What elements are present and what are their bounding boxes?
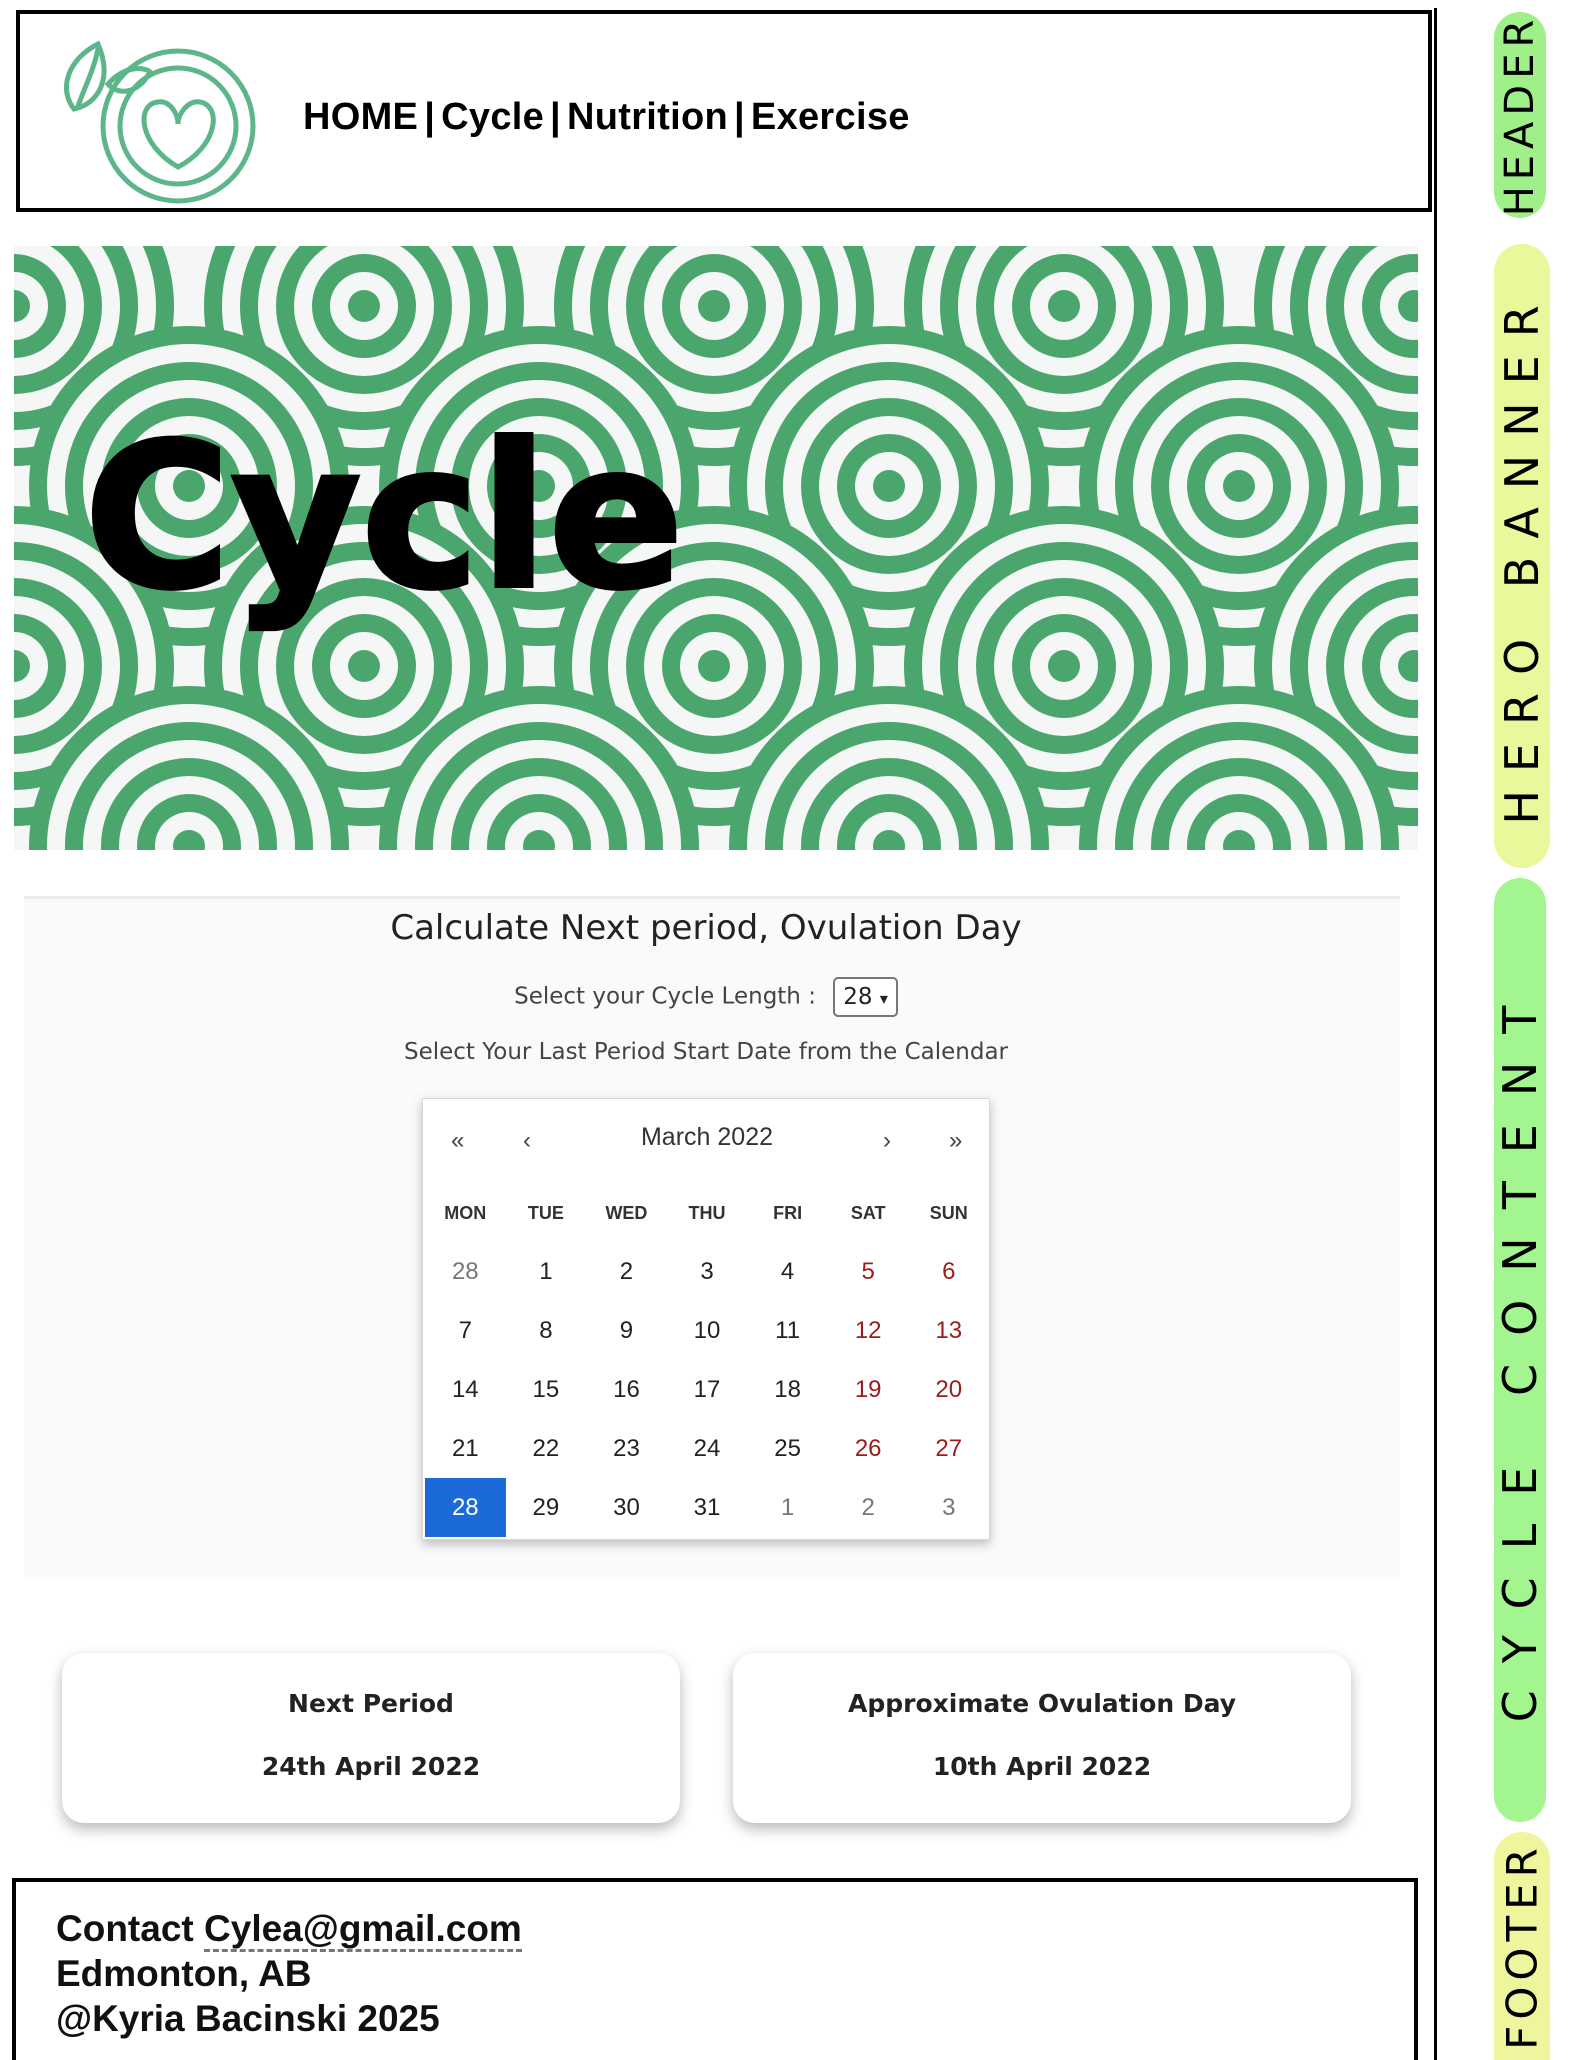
calendar-day[interactable]: 19	[828, 1360, 909, 1419]
contact-label: Contact	[56, 1908, 194, 1949]
weekday-fri: FRI	[773, 1203, 803, 1223]
footer-annotation: FOOTER	[1494, 1832, 1550, 2060]
hero-banner: Cycle	[14, 246, 1418, 850]
calendar-day[interactable]: 18	[747, 1360, 828, 1419]
calendar-day[interactable]: 30	[586, 1478, 667, 1537]
calendar-day[interactable]: 22	[506, 1419, 587, 1478]
next-year-button[interactable]: »	[949, 1127, 962, 1155]
weekday-tue: TUE	[527, 1203, 564, 1223]
weekday-sat: SAT	[850, 1203, 886, 1223]
calendar-day[interactable]: 8	[506, 1301, 587, 1360]
main-nav: HOME | Cycle | Nutrition | Exercise	[303, 96, 910, 139]
nav-separator: |	[424, 96, 436, 138]
calendar-day[interactable]: 21	[425, 1419, 506, 1478]
nav-separator: |	[550, 96, 561, 138]
heart-leaf-logo-icon	[63, 40, 256, 204]
contact-line: Contact Cylea@gmail.com	[56, 1906, 522, 1952]
nav-nutrition[interactable]: Nutrition	[567, 96, 728, 138]
calendar-day[interactable]: 14	[425, 1360, 506, 1419]
calendar-week: 28 1 2 3 4 5 6	[425, 1242, 989, 1301]
calendar-day[interactable]: 25	[747, 1419, 828, 1478]
hero-annotation: HERO BANNER	[1494, 244, 1550, 868]
calendar-day[interactable]: 9	[586, 1301, 667, 1360]
chevron-down-icon: ▾	[879, 989, 888, 1008]
ovulation-value: 10th April 2022	[932, 1752, 1152, 1781]
content-annotation-label: CYCLE CONTENT	[1493, 977, 1547, 1723]
hero-annotation-label: HERO BANNER	[1495, 287, 1549, 825]
calendar-day[interactable]: 27	[908, 1419, 989, 1478]
next-period-value: 24th April 2022	[261, 1752, 481, 1781]
ovulation-label: Approximate Ovulation Day	[847, 1689, 1236, 1718]
nav-exercise[interactable]: Exercise	[751, 96, 910, 138]
date-picker-calendar: « ‹ March 2022 › » MON TUE WED THU FRI S…	[422, 1098, 990, 1540]
header-annotation: HEADER	[1494, 12, 1546, 218]
weekday-wed: WED	[605, 1203, 648, 1223]
calendar-grid: MON TUE WED THU FRI SAT SUN 28 1 2 3 4 5…	[425, 1203, 989, 1537]
nav-separator: |	[733, 96, 745, 138]
calendar-month-label: March 2022	[640, 1123, 774, 1151]
cycle-length-row: Select your Cycle Length : 28 ▾	[0, 977, 1412, 1017]
calendar-day[interactable]: 23	[586, 1419, 667, 1478]
next-period-card: Next Period 24th April 2022	[62, 1653, 680, 1823]
calendar-day[interactable]: 31	[667, 1478, 748, 1537]
calendar-day[interactable]: 4	[747, 1242, 828, 1301]
calendar-day-selected[interactable]: 28	[425, 1478, 506, 1537]
calendar-day[interactable]: 15	[506, 1360, 587, 1419]
concentric-circles-pattern: Cycle	[14, 246, 1418, 850]
calendar-day[interactable]: 1	[747, 1478, 828, 1537]
calendar-day[interactable]: 13	[908, 1301, 989, 1360]
calendar-day[interactable]: 2	[828, 1478, 909, 1537]
cycle-length-select[interactable]: 28 ▾	[833, 977, 898, 1017]
calendar-day[interactable]: 20	[908, 1360, 989, 1419]
footer-annotation-label: FOOTER	[1497, 1842, 1547, 2050]
calendar-day[interactable]: 3	[667, 1242, 748, 1301]
calendar-day[interactable]: 10	[667, 1301, 748, 1360]
weekday-sun: SUN	[929, 1203, 968, 1223]
calendar-day[interactable]: 26	[828, 1419, 909, 1478]
calendar-day[interactable]: 5	[828, 1242, 909, 1301]
calculator-title: Calculate Next period, Ovulation Day	[390, 908, 1022, 948]
nav-cycle[interactable]: Cycle	[441, 96, 544, 138]
calendar-day[interactable]: 17	[667, 1360, 748, 1419]
page-divider	[1434, 8, 1437, 2060]
site-header: HOME | Cycle | Nutrition | Exercise	[16, 10, 1432, 212]
weekday-thu: THU	[688, 1203, 726, 1223]
calendar-day[interactable]: 1	[506, 1242, 587, 1301]
content-annotation: CYCLE CONTENT	[1493, 878, 1547, 1822]
hero-title: Cycle	[84, 401, 684, 634]
calendar-day[interactable]: 7	[425, 1301, 506, 1360]
footer-location: Edmonton, AB	[56, 1953, 312, 1994]
start-date-label: Select Your Last Period Start Date from …	[403, 1039, 1009, 1065]
calendar-week: 28 29 30 31 1 2 3	[425, 1478, 989, 1537]
footer-text: Contact Cylea@gmail.com Edmonton, AB @Ky…	[56, 1906, 522, 2041]
next-period-label: Next Period	[288, 1689, 454, 1718]
calendar-week: 7 8 9 10 11 12 13	[425, 1301, 989, 1360]
nav-home[interactable]: HOME	[303, 96, 418, 138]
calendar-day[interactable]: 11	[747, 1301, 828, 1360]
ovulation-card: Approximate Ovulation Day 10th April 202…	[733, 1653, 1351, 1823]
calendar-day[interactable]: 2	[586, 1242, 667, 1301]
calendar-day[interactable]: 28	[425, 1242, 506, 1301]
calendar-day[interactable]: 29	[506, 1478, 587, 1537]
weekday-mon: MON	[444, 1203, 487, 1223]
calendar-day[interactable]: 24	[667, 1419, 748, 1478]
cycle-length-label: Select your Cycle Length :	[514, 983, 816, 1010]
calendar-day[interactable]: 16	[586, 1360, 667, 1419]
weekday-header: MON TUE WED THU FRI SAT SUN	[425, 1203, 989, 1224]
calendar-day[interactable]: 6	[908, 1242, 989, 1301]
calendar-day[interactable]: 12	[828, 1301, 909, 1360]
header-annotation-label: HEADER	[1497, 13, 1543, 217]
calendar-week: 21 22 23 24 25 26 27	[425, 1419, 989, 1478]
cycle-length-value: 28	[843, 984, 873, 1010]
next-month-button[interactable]: ›	[883, 1127, 891, 1155]
calendar-week: 14 15 16 17 18 19 20	[425, 1360, 989, 1419]
site-footer: Contact Cylea@gmail.com Edmonton, AB @Ky…	[12, 1878, 1418, 2060]
calendar-day[interactable]: 3	[908, 1478, 989, 1537]
email-link[interactable]: Cylea@gmail.com	[204, 1908, 522, 1952]
footer-credit: @Kyria Bacinski 2025	[56, 1998, 440, 2039]
